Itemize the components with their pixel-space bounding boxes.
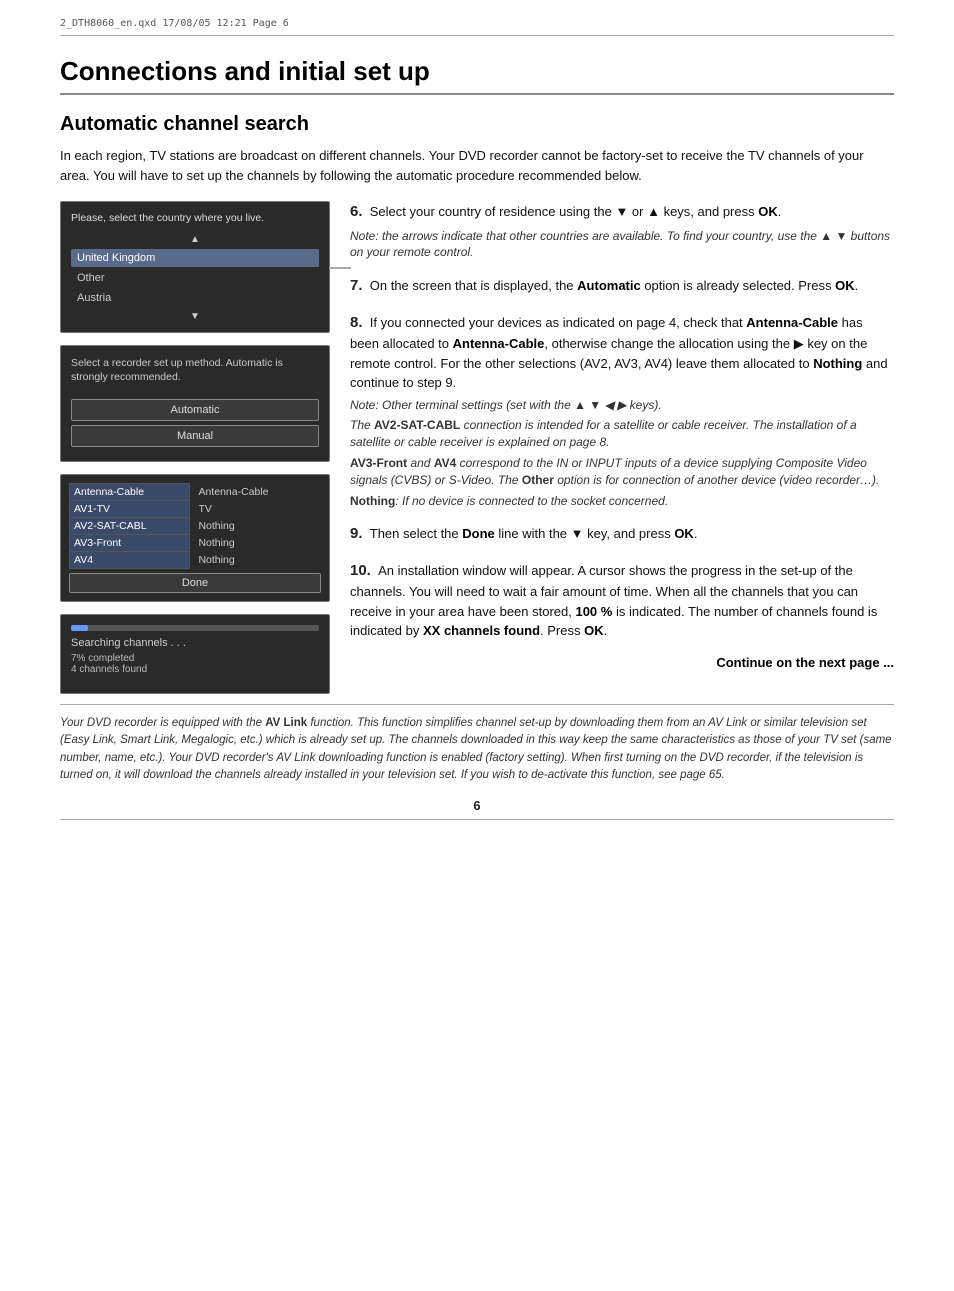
av-label-2: AV2-SAT-CABL bbox=[70, 518, 190, 535]
step-8: 8. If you connected your devices as indi… bbox=[350, 312, 894, 510]
av-row-4: AV4 Nothing bbox=[70, 552, 321, 569]
step10-number: 10. bbox=[350, 562, 371, 579]
step7-text: On the screen that is displayed, the Aut… bbox=[366, 278, 858, 293]
search-title: Searching channels . . . bbox=[71, 637, 319, 649]
step8-text: If you connected your devices as indicat… bbox=[350, 315, 888, 391]
intro-text: In each region, TV stations are broadcas… bbox=[60, 146, 894, 185]
av-label-4: AV4 bbox=[70, 552, 190, 569]
screen2-btn-automatic: Automatic bbox=[71, 399, 319, 421]
continue-line: Continue on the next page ... bbox=[350, 655, 894, 670]
footer-note: Your DVD recorder is equipped with the A… bbox=[60, 715, 894, 784]
step6-number: 6. bbox=[350, 203, 363, 220]
page-number: 6 bbox=[60, 798, 894, 813]
content-area: Please, select the country where you liv… bbox=[60, 201, 894, 694]
av-value-2: Nothing bbox=[190, 518, 321, 535]
step9-text: Then select the Done line with the ▼ key… bbox=[366, 526, 697, 541]
continue-text: Continue on the next page ... bbox=[716, 655, 894, 670]
av-value-1: TV bbox=[190, 501, 321, 518]
step10-text: An installation window will appear. A cu… bbox=[350, 563, 877, 639]
done-btn: Done bbox=[69, 573, 321, 593]
av-label-3: AV3-Front bbox=[70, 535, 190, 552]
av-row-3: AV3-Front Nothing bbox=[70, 535, 321, 552]
right-column: 6. Select your country of residence usin… bbox=[350, 201, 894, 694]
screen2-text: Select a recorder set up method. Automat… bbox=[71, 356, 319, 385]
section-heading: Automatic channel search bbox=[60, 113, 894, 136]
av-table: Antenna-Cable Antenna-Cable AV1-TV TV AV… bbox=[69, 483, 321, 569]
step8-note3: AV3-Front and AV4 correspond to the IN o… bbox=[350, 455, 894, 489]
file-header: 2_DTH8060_en.qxd 17/08/05 12:21 Page 6 bbox=[60, 18, 894, 29]
title-rule bbox=[60, 93, 894, 95]
av-row-0: Antenna-Cable Antenna-Cable bbox=[70, 484, 321, 501]
footer-rule-top bbox=[60, 704, 894, 705]
screen2-btn-manual: Manual bbox=[71, 425, 319, 447]
screen3: Antenna-Cable Antenna-Cable AV1-TV TV AV… bbox=[60, 474, 330, 602]
top-rule bbox=[60, 35, 894, 36]
scroll-arrow-down: ▼ bbox=[71, 311, 319, 322]
step-10: 10. An installation window will appear. … bbox=[350, 560, 894, 641]
progress-bar-outer bbox=[71, 625, 319, 631]
left-column: Please, select the country where you liv… bbox=[60, 201, 330, 694]
av-label-1: AV1-TV bbox=[70, 501, 190, 518]
step6-text: Select your country of residence using t… bbox=[366, 204, 781, 219]
step8-number: 8. bbox=[350, 314, 363, 331]
av-row-1: AV1-TV TV bbox=[70, 501, 321, 518]
page-wrapper: 2_DTH8060_en.qxd 17/08/05 12:21 Page 6 C… bbox=[0, 0, 954, 1291]
progress-bar-inner bbox=[71, 625, 88, 631]
step7-number: 7. bbox=[350, 277, 363, 294]
screen1-item-2: Austria bbox=[71, 289, 319, 307]
search-status2: 4 channels found bbox=[71, 664, 319, 675]
step-7: 7. On the screen that is displayed, the … bbox=[350, 275, 894, 298]
page-title: Connections and initial set up bbox=[60, 56, 894, 87]
screen1-item-0: United Kingdom bbox=[71, 249, 319, 267]
av-value-0: Antenna-Cable bbox=[190, 484, 321, 501]
screen1-title: Please, select the country where you liv… bbox=[71, 212, 319, 226]
step-6: 6. Select your country of residence usin… bbox=[350, 201, 894, 261]
av-value-4: Nothing bbox=[190, 552, 321, 569]
av-row-2: AV2-SAT-CABL Nothing bbox=[70, 518, 321, 535]
screen2: Select a recorder set up method. Automat… bbox=[60, 345, 330, 462]
step-9: 9. Then select the Done line with the ▼ … bbox=[350, 523, 894, 546]
search-status1: 7% completed bbox=[71, 653, 319, 664]
step6-note: Note: the arrows indicate that other cou… bbox=[350, 228, 894, 262]
connector-arrow1 bbox=[329, 267, 351, 269]
scroll-arrow-up: ▲ bbox=[71, 234, 319, 245]
screen1-item-1: Other bbox=[71, 269, 319, 287]
step8-note2: The AV2-SAT-CABL connection is intended … bbox=[350, 417, 894, 451]
av-value-3: Nothing bbox=[190, 535, 321, 552]
step9-number: 9. bbox=[350, 525, 363, 542]
bottom-rule bbox=[60, 819, 894, 820]
step8-note1: Note: Other terminal settings (set with … bbox=[350, 397, 894, 414]
step8-note4: Nothing: If no device is connected to th… bbox=[350, 493, 894, 510]
screen1: Please, select the country where you liv… bbox=[60, 201, 330, 333]
screen4: Searching channels . . . 7% completed 4 … bbox=[60, 614, 330, 694]
av-label-0: Antenna-Cable bbox=[70, 484, 190, 501]
